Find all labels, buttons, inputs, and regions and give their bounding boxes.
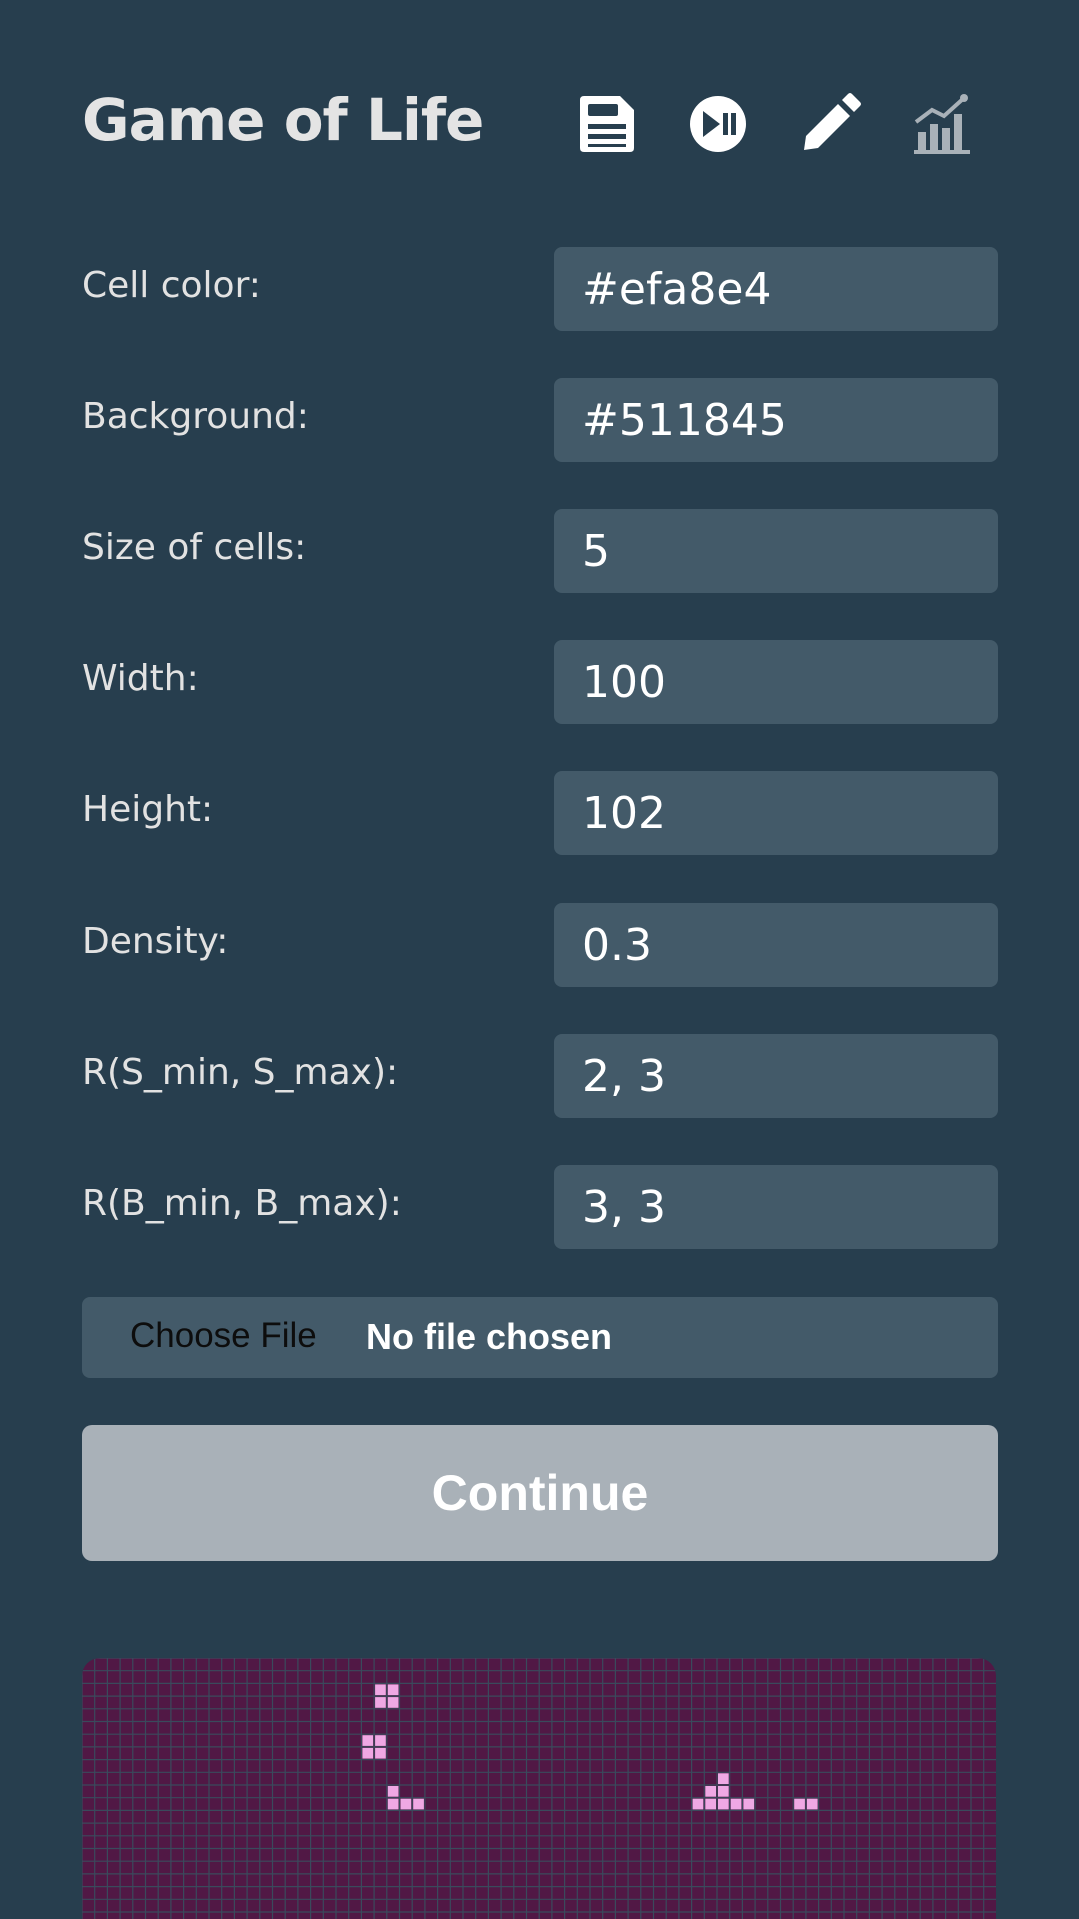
pencil-icon[interactable]	[798, 92, 862, 156]
cell-size-label: Size of cells:	[82, 527, 307, 568]
live-cell	[375, 1735, 386, 1746]
height-row: Height:	[82, 771, 998, 855]
live-cell	[743, 1798, 755, 1810]
density-row: Density:	[82, 903, 998, 987]
birth-range-input[interactable]	[554, 1165, 998, 1249]
file-input[interactable]: Choose File No file chosen	[82, 1297, 998, 1378]
app-header: Game of Life	[82, 78, 998, 168]
survive-range-input[interactable]	[554, 1034, 998, 1118]
cell-color-input[interactable]	[554, 247, 998, 331]
live-cell	[692, 1798, 704, 1810]
live-cell	[794, 1798, 805, 1810]
live-cell	[362, 1735, 374, 1746]
cell-color-row: Cell color:	[82, 247, 998, 331]
height-input[interactable]	[554, 771, 998, 855]
live-cell	[718, 1798, 729, 1810]
game-board[interactable]	[82, 1658, 996, 1919]
background-row: Background:	[82, 378, 998, 462]
continue-button[interactable]: Continue	[82, 1425, 998, 1561]
width-label: Width:	[82, 658, 199, 699]
cell-size-input[interactable]	[554, 509, 998, 593]
live-cell	[387, 1786, 399, 1797]
live-cell	[387, 1684, 399, 1696]
birth-range-row: R(B_min, B_max):	[82, 1165, 998, 1249]
file-status: No file chosen	[366, 1316, 613, 1357]
play-pause-icon[interactable]	[686, 92, 750, 156]
live-cell	[400, 1798, 412, 1810]
live-cell	[387, 1697, 399, 1708]
width-input[interactable]	[554, 640, 998, 724]
height-label: Height:	[82, 789, 214, 830]
live-cell	[413, 1798, 424, 1810]
density-input[interactable]	[554, 903, 998, 987]
live-cell	[375, 1747, 386, 1759]
live-cell	[730, 1798, 742, 1810]
background-label: Background:	[82, 396, 309, 437]
save-icon[interactable]	[574, 92, 638, 156]
live-cell	[705, 1798, 716, 1810]
choose-file-button[interactable]: Choose File	[130, 1316, 317, 1356]
app-title: Game of Life	[82, 86, 484, 154]
live-cell	[718, 1773, 729, 1784]
background-input[interactable]	[554, 378, 998, 462]
game-board-canvas[interactable]	[82, 1658, 996, 1919]
density-label: Density:	[82, 921, 229, 962]
width-row: Width:	[82, 640, 998, 724]
live-cell	[387, 1798, 399, 1810]
live-cell	[375, 1684, 386, 1696]
cell-size-row: Size of cells:	[82, 509, 998, 593]
cell-color-label: Cell color:	[82, 265, 261, 306]
live-cell	[362, 1747, 374, 1759]
live-cell	[375, 1697, 386, 1708]
live-cell	[806, 1798, 818, 1810]
birth-range-label: R(B_min, B_max):	[82, 1183, 402, 1224]
survive-range-row: R(S_min, S_max):	[82, 1034, 998, 1118]
live-cell	[718, 1786, 729, 1797]
stats-icon[interactable]	[910, 92, 974, 156]
survive-range-label: R(S_min, S_max):	[82, 1052, 399, 1093]
live-cell	[705, 1786, 716, 1797]
